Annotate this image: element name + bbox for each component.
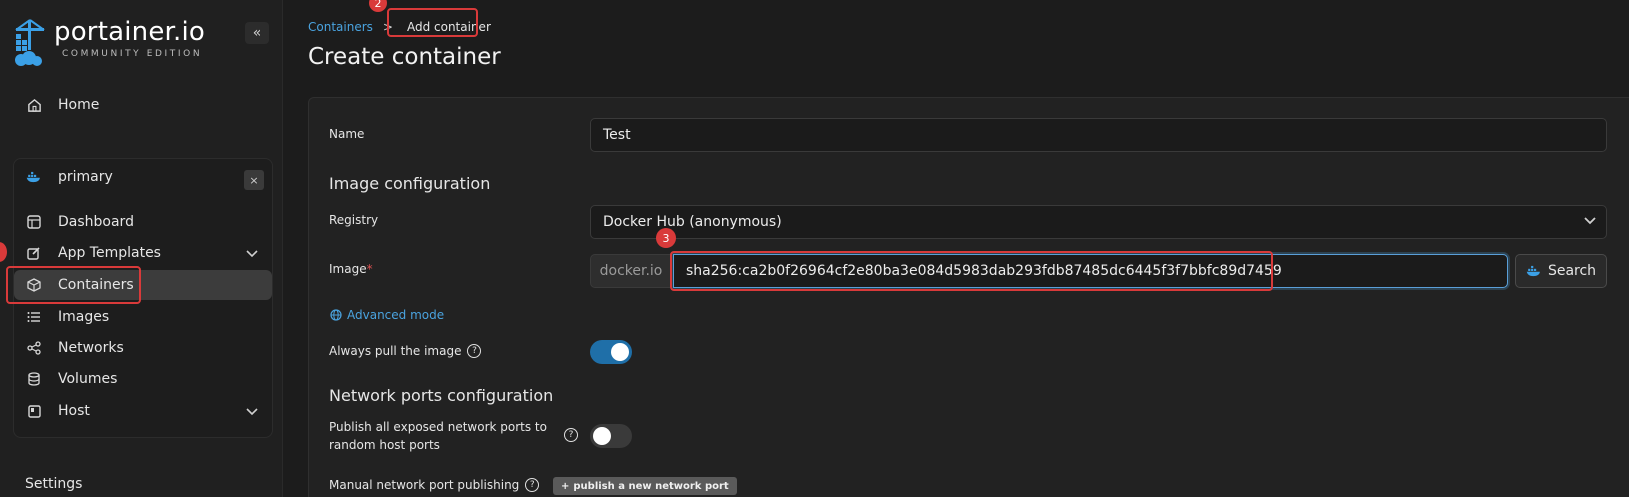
registry-label: Registry [329,213,379,227]
environment-header: primary [14,162,272,192]
toggle-knob [593,427,611,445]
sidebar-item-home[interactable]: Home [14,90,272,120]
page-title: Create container [308,44,501,70]
portainer-crane-icon [12,18,48,68]
required-marker: * [366,262,373,276]
advanced-mode-link[interactable]: Advanced mode [330,308,444,322]
registry-select[interactable]: Docker Hub (anonymous) [590,205,1607,239]
sidebar-item-label: Networks [58,340,124,356]
publish-new-port-label: publish a new network port [573,480,729,492]
annotation-box [387,8,478,37]
publish-all-label: Publish all exposed network ports to ran… [329,418,547,454]
sidebar-item-app-templates[interactable]: App Templates [14,238,272,268]
dashboard-icon [26,214,42,230]
annotation-box [6,266,141,304]
brand-subtitle: COMMUNITY EDITION [62,48,203,59]
sidebar-item-label: Images [58,309,110,325]
always-pull-label: Always pull the image ? [329,344,482,358]
always-pull-label-text: Always pull the image [329,344,462,358]
image-label: Image* [329,262,373,276]
docker-icon [1526,265,1542,277]
edit-icon [26,245,42,261]
sidebar-section-settings: Settings [25,476,83,492]
chevron-down-icon [1584,215,1596,228]
database-icon [26,371,42,387]
publish-all-toggle[interactable] [590,424,632,448]
globe-icon [330,309,342,321]
environment-name: primary [58,169,113,185]
manual-port-label: Manual network port publishing ? [329,478,540,492]
close-environment-button[interactable]: × [244,170,264,190]
portainer-logo[interactable]: portainer.io COMMUNITY EDITION [12,18,205,68]
help-icon[interactable]: ? [525,478,540,492]
sidebar-item-networks[interactable]: Networks [14,333,272,363]
annotation-marker-2: 2 [369,0,387,12]
name-label: Name [329,127,365,141]
help-icon[interactable]: ? [564,428,578,442]
chevron-down-icon [246,246,258,262]
publish-all-label-line1: Publish all exposed network ports to [329,420,547,434]
breadcrumb-containers-link[interactable]: Containers [308,20,373,34]
plus-icon: + [561,480,570,492]
publish-new-port-button[interactable]: + publish a new network port [553,477,737,495]
brand-title: portainer.io [54,17,206,47]
host-icon [26,403,42,419]
help-icon[interactable]: ? [467,344,482,358]
chevron-down-icon [246,404,258,420]
sidebar-item-label: Host [58,403,90,419]
sidebar-item-volumes[interactable]: Volumes [14,364,272,394]
manual-port-label-text: Manual network port publishing [329,478,520,492]
search-button-label: Search [1547,263,1597,279]
home-icon [26,97,42,113]
name-input[interactable]: Test [590,118,1607,152]
docker-icon [26,169,42,185]
publish-all-label-line2: random host ports [329,438,440,452]
registry-prefix: docker.io [590,254,672,288]
sidebar-item-images[interactable]: Images [14,302,272,332]
sidebar-item-dashboard[interactable]: Dashboard [14,207,272,237]
list-icon [26,309,42,325]
search-button[interactable]: Search [1515,254,1607,288]
sidebar-item-host[interactable]: Host [14,396,272,426]
advanced-mode-label: Advanced mode [347,308,445,322]
annotation-marker-3: 3 [656,228,676,248]
annotation-box [670,251,1273,291]
collapse-sidebar-button[interactable]: « [245,22,269,44]
image-label-text: Image [329,262,367,276]
share-icon [26,340,42,356]
toggle-knob [611,343,629,361]
sidebar: portainer.io COMMUNITY EDITION « Home pr… [0,0,283,497]
sidebar-item-label: App Templates [58,245,161,261]
network-ports-title: Network ports configuration [329,386,554,405]
sidebar-item-label: Volumes [58,371,118,387]
sidebar-item-label: Home [58,97,100,113]
image-config-title: Image configuration [329,174,491,193]
registry-selected-value: Docker Hub (anonymous) [603,214,782,230]
sidebar-item-label: Dashboard [58,214,134,230]
always-pull-toggle[interactable] [590,340,632,364]
